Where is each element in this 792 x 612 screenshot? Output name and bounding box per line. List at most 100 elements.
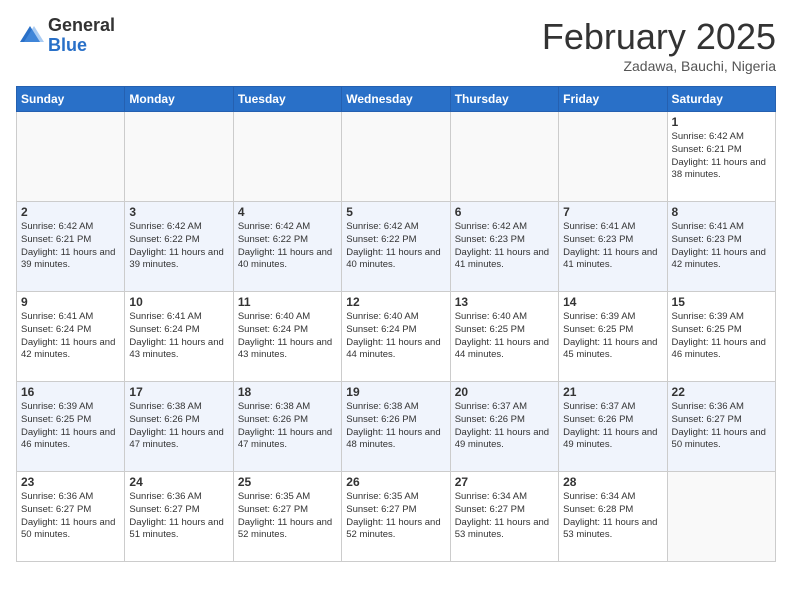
day-number: 11 (238, 295, 337, 309)
day-info: Sunrise: 6:36 AM Sunset: 6:27 PM Dayligh… (129, 491, 228, 542)
day-number: 16 (21, 385, 120, 399)
calendar-day-cell: 23 Sunrise: 6:36 AM Sunset: 6:27 PM Dayli… (17, 472, 125, 562)
calendar-day-cell: 4 Sunrise: 6:42 AM Sunset: 6:22 PM Daylig… (233, 202, 341, 292)
calendar-day-cell: 24 Sunrise: 6:36 AM Sunset: 6:27 PM Dayli… (125, 472, 233, 562)
day-number: 22 (672, 385, 771, 399)
day-info: Sunrise: 6:37 AM Sunset: 6:26 PM Dayligh… (563, 401, 662, 452)
calendar-day-cell: 17 Sunrise: 6:38 AM Sunset: 6:26 PM Dayli… (125, 382, 233, 472)
day-info: Sunrise: 6:41 AM Sunset: 6:23 PM Dayligh… (563, 221, 662, 272)
calendar-day-cell (559, 112, 667, 202)
day-of-week-header: Monday (125, 87, 233, 112)
day-of-week-header: Tuesday (233, 87, 341, 112)
logo-text: General Blue (48, 16, 115, 56)
calendar-day-cell: 26 Sunrise: 6:35 AM Sunset: 6:27 PM Dayli… (342, 472, 450, 562)
calendar-day-cell: 21 Sunrise: 6:37 AM Sunset: 6:26 PM Dayli… (559, 382, 667, 472)
day-number: 4 (238, 205, 337, 219)
calendar-day-cell: 12 Sunrise: 6:40 AM Sunset: 6:24 PM Dayli… (342, 292, 450, 382)
day-info: Sunrise: 6:40 AM Sunset: 6:24 PM Dayligh… (346, 311, 445, 362)
calendar-day-cell (125, 112, 233, 202)
day-info: Sunrise: 6:41 AM Sunset: 6:24 PM Dayligh… (129, 311, 228, 362)
day-number: 19 (346, 385, 445, 399)
day-number: 17 (129, 385, 228, 399)
day-number: 15 (672, 295, 771, 309)
calendar-day-cell: 14Sunrise: 6:39 AM Sunset: 6:25 PM Dayli… (559, 292, 667, 382)
calendar-table: SundayMondayTuesdayWednesdayThursdayFrid… (16, 86, 776, 562)
calendar-header-row: SundayMondayTuesdayWednesdayThursdayFrid… (17, 87, 776, 112)
day-number: 28 (563, 475, 662, 489)
calendar-day-cell: 19 Sunrise: 6:38 AM Sunset: 6:26 PM Dayli… (342, 382, 450, 472)
day-number: 21 (563, 385, 662, 399)
calendar-day-cell: 22 Sunrise: 6:36 AM Sunset: 6:27 PM Dayli… (667, 382, 775, 472)
calendar-week-row: 16 Sunrise: 6:39 AM Sunset: 6:25 PM Dayli… (17, 382, 776, 472)
day-info: Sunrise: 6:42 AM Sunset: 6:23 PM Dayligh… (455, 221, 554, 272)
calendar-week-row: 9 Sunrise: 6:41 AM Sunset: 6:24 PM Daylig… (17, 292, 776, 382)
day-number: 23 (21, 475, 120, 489)
calendar-day-cell: 27Sunrise: 6:34 AM Sunset: 6:27 PM Dayli… (450, 472, 558, 562)
calendar-day-cell: 10 Sunrise: 6:41 AM Sunset: 6:24 PM Dayli… (125, 292, 233, 382)
day-info: Sunrise: 6:39 AM Sunset: 6:25 PM Dayligh… (672, 311, 771, 362)
logo-blue-text: Blue (48, 36, 115, 56)
calendar-day-cell (17, 112, 125, 202)
calendar-day-cell (667, 472, 775, 562)
day-info: Sunrise: 6:39 AM Sunset: 6:25 PM Dayligh… (21, 401, 120, 452)
day-info: Sunrise: 6:36 AM Sunset: 6:27 PM Dayligh… (21, 491, 120, 542)
day-info: Sunrise: 6:34 AM Sunset: 6:28 PM Dayligh… (563, 491, 662, 542)
calendar-day-cell: 13 Sunrise: 6:40 AM Sunset: 6:25 PM Dayli… (450, 292, 558, 382)
day-number: 8 (672, 205, 771, 219)
calendar-day-cell (233, 112, 341, 202)
calendar-day-cell: 8 Sunrise: 6:41 AM Sunset: 6:23 PM Daylig… (667, 202, 775, 292)
day-number: 24 (129, 475, 228, 489)
month-title: February 2025 (542, 16, 776, 58)
day-number: 20 (455, 385, 554, 399)
calendar-day-cell: 6 Sunrise: 6:42 AM Sunset: 6:23 PM Daylig… (450, 202, 558, 292)
calendar-week-row: 2 Sunrise: 6:42 AM Sunset: 6:21 PM Daylig… (17, 202, 776, 292)
day-info: Sunrise: 6:34 AM Sunset: 6:27 PM Dayligh… (455, 491, 554, 542)
day-number: 3 (129, 205, 228, 219)
day-info: Sunrise: 6:41 AM Sunset: 6:23 PM Dayligh… (672, 221, 771, 272)
day-of-week-header: Wednesday (342, 87, 450, 112)
location-subtitle: Zadawa, Bauchi, Nigeria (542, 58, 776, 74)
calendar-day-cell: 20Sunrise: 6:37 AM Sunset: 6:26 PM Dayli… (450, 382, 558, 472)
calendar-day-cell: 15 Sunrise: 6:39 AM Sunset: 6:25 PM Dayli… (667, 292, 775, 382)
logo-icon (16, 22, 44, 50)
day-info: Sunrise: 6:42 AM Sunset: 6:22 PM Dayligh… (129, 221, 228, 272)
calendar-day-cell (450, 112, 558, 202)
day-number: 1 (672, 115, 771, 129)
day-info: Sunrise: 6:38 AM Sunset: 6:26 PM Dayligh… (129, 401, 228, 452)
logo: General Blue (16, 16, 115, 56)
day-of-week-header: Friday (559, 87, 667, 112)
calendar-day-cell: 2 Sunrise: 6:42 AM Sunset: 6:21 PM Daylig… (17, 202, 125, 292)
day-number: 2 (21, 205, 120, 219)
day-of-week-header: Thursday (450, 87, 558, 112)
calendar-week-row: 23 Sunrise: 6:36 AM Sunset: 6:27 PM Dayli… (17, 472, 776, 562)
day-of-week-header: Saturday (667, 87, 775, 112)
day-info: Sunrise: 6:42 AM Sunset: 6:21 PM Dayligh… (21, 221, 120, 272)
calendar-day-cell: 16 Sunrise: 6:39 AM Sunset: 6:25 PM Dayli… (17, 382, 125, 472)
day-info: Sunrise: 6:41 AM Sunset: 6:24 PM Dayligh… (21, 311, 120, 362)
day-info: Sunrise: 6:38 AM Sunset: 6:26 PM Dayligh… (346, 401, 445, 452)
day-info: Sunrise: 6:42 AM Sunset: 6:22 PM Dayligh… (346, 221, 445, 272)
day-info: Sunrise: 6:40 AM Sunset: 6:25 PM Dayligh… (455, 311, 554, 362)
calendar-day-cell: 28 Sunrise: 6:34 AM Sunset: 6:28 PM Dayli… (559, 472, 667, 562)
day-number: 10 (129, 295, 228, 309)
calendar-day-cell: 7Sunrise: 6:41 AM Sunset: 6:23 PM Daylig… (559, 202, 667, 292)
day-info: Sunrise: 6:42 AM Sunset: 6:22 PM Dayligh… (238, 221, 337, 272)
calendar-day-cell: 25Sunrise: 6:35 AM Sunset: 6:27 PM Dayli… (233, 472, 341, 562)
day-number: 9 (21, 295, 120, 309)
day-of-week-header: Sunday (17, 87, 125, 112)
day-info: Sunrise: 6:36 AM Sunset: 6:27 PM Dayligh… (672, 401, 771, 452)
day-number: 6 (455, 205, 554, 219)
day-info: Sunrise: 6:40 AM Sunset: 6:24 PM Dayligh… (238, 311, 337, 362)
day-info: Sunrise: 6:42 AM Sunset: 6:21 PM Dayligh… (672, 131, 771, 182)
calendar-day-cell: 1 Sunrise: 6:42 AM Sunset: 6:21 PM Daylig… (667, 112, 775, 202)
day-number: 12 (346, 295, 445, 309)
calendar-week-row: 1 Sunrise: 6:42 AM Sunset: 6:21 PM Daylig… (17, 112, 776, 202)
day-number: 25 (238, 475, 337, 489)
day-number: 13 (455, 295, 554, 309)
day-number: 26 (346, 475, 445, 489)
day-info: Sunrise: 6:35 AM Sunset: 6:27 PM Dayligh… (346, 491, 445, 542)
day-number: 14 (563, 295, 662, 309)
page-header: General Blue February 2025 Zadawa, Bauch… (16, 16, 776, 74)
calendar-day-cell: 3 Sunrise: 6:42 AM Sunset: 6:22 PM Daylig… (125, 202, 233, 292)
day-number: 18 (238, 385, 337, 399)
